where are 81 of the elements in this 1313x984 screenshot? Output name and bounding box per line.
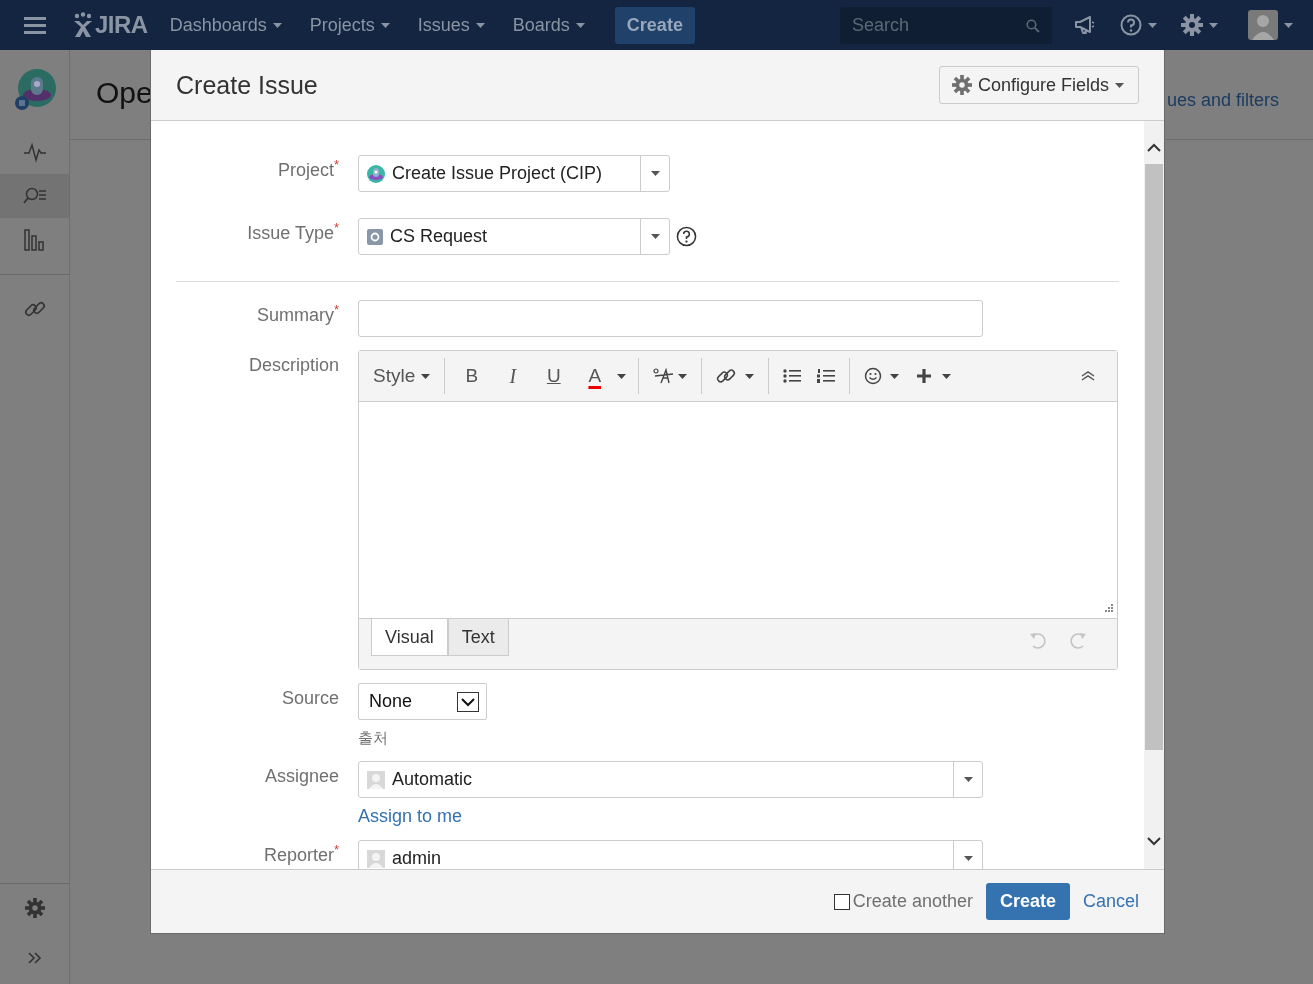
numbered-list-icon[interactable] (817, 369, 836, 383)
resize-grip-icon (1103, 604, 1113, 614)
text-style-icon[interactable] (653, 368, 688, 384)
checkbox-label[interactable]: Create another (852, 891, 973, 912)
activity-icon (22, 141, 47, 163)
caret-icon[interactable] (963, 856, 973, 861)
page-title: Ope (96, 75, 153, 110)
nav-menu[interactable]: Issues (409, 14, 493, 36)
format-button[interactable]: B (451, 361, 493, 391)
create-button[interactable]: Create (614, 6, 695, 44)
user-picker[interactable]: Automatic (358, 761, 983, 798)
field-label: Description (248, 355, 339, 375)
logo-text[interactable]: JIRA (95, 11, 148, 39)
caret-icon (575, 22, 585, 28)
required-mark: * (333, 220, 339, 235)
dialog-title: Create Issue (176, 70, 318, 100)
field-label: Project (277, 160, 334, 180)
create-button[interactable]: Create (985, 883, 1070, 920)
select-field[interactable]: CS Request (358, 218, 670, 255)
caret-icon (1209, 22, 1218, 28)
format-button[interactable]: A (574, 361, 616, 391)
search-list-icon (22, 186, 47, 206)
field-hint: 출처 (358, 729, 389, 748)
plus-icon[interactable] (916, 368, 953, 384)
search-field[interactable]: Search (840, 6, 1052, 44)
format-button[interactable]: U (533, 361, 575, 391)
bullet-list-icon[interactable] (783, 369, 802, 383)
source-select[interactable]: None (358, 683, 487, 720)
caret-icon (272, 22, 282, 28)
menu-icon[interactable] (24, 16, 46, 34)
collapse-icon[interactable] (1081, 371, 1095, 381)
editor-tab[interactable]: Visual (371, 619, 448, 656)
select-field[interactable]: Create Issue Project (CIP) (358, 155, 670, 192)
issue-type-icon (367, 228, 383, 245)
required-mark: * (333, 842, 339, 857)
nav-menu[interactable]: Projects (301, 14, 398, 36)
help-icon[interactable] (1120, 14, 1142, 36)
required-mark: * (333, 302, 339, 317)
caret-icon[interactable] (963, 777, 973, 782)
gear-icon (951, 75, 972, 95)
caret-icon (1148, 22, 1157, 28)
required-mark: * (333, 157, 339, 172)
logo-icon (72, 12, 94, 38)
search-icon (1026, 18, 1040, 33)
caret-icon (475, 22, 485, 28)
expand-icon[interactable] (27, 952, 42, 964)
caret-icon[interactable] (650, 234, 660, 239)
field-label: Source (281, 688, 339, 708)
scroll-down-icon[interactable] (1147, 837, 1161, 846)
scrollbar-thumb[interactable] (1145, 164, 1163, 750)
field-label: Issue Type (247, 223, 334, 243)
style-dropdown[interactable]: Style (365, 361, 439, 391)
settings-icon[interactable] (24, 898, 45, 918)
editor-tab[interactable]: Text (447, 619, 509, 656)
caret-icon (421, 373, 431, 379)
emoji-icon[interactable] (864, 367, 901, 385)
settings-icon[interactable] (1181, 14, 1203, 36)
nav-menu[interactable]: Dashboards (161, 14, 290, 36)
caret-icon (1115, 82, 1124, 88)
field-label: Assignee (264, 766, 339, 786)
assign-to-me-link[interactable]: Assign to me (358, 806, 463, 827)
field-label: Summary (256, 305, 334, 325)
field-label: Reporter (263, 845, 334, 865)
scroll-up-icon[interactable] (1147, 143, 1161, 152)
caret-icon (1284, 22, 1293, 28)
checkbox[interactable] (833, 893, 850, 910)
caret-icon[interactable] (617, 373, 627, 379)
caret-icon (380, 22, 390, 28)
help-icon[interactable] (676, 226, 697, 247)
project-avatar-icon[interactable] (13, 69, 56, 111)
nav-menu[interactable]: Boards (504, 14, 593, 36)
user-avatar-icon (367, 770, 385, 789)
summary-field[interactable] (358, 300, 983, 337)
configure-fields-button[interactable]: Configure Fields (938, 66, 1139, 104)
cancel-link[interactable]: Cancel (1082, 891, 1139, 912)
megaphone-icon[interactable] (1074, 15, 1096, 35)
format-button[interactable]: I (492, 360, 534, 392)
link-icon[interactable] (716, 366, 755, 386)
bar-chart-icon (22, 228, 47, 252)
caret-icon[interactable] (650, 171, 660, 176)
project-avatar-icon (367, 164, 385, 183)
